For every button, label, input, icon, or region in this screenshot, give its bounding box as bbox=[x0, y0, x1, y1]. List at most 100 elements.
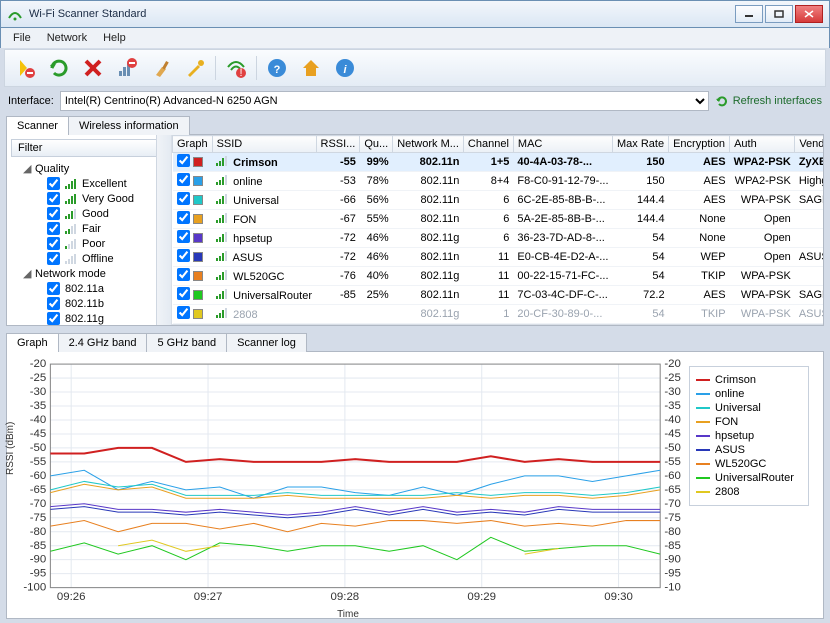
svg-text:-80: -80 bbox=[664, 526, 681, 538]
interface-select[interactable]: Intel(R) Centrino(R) Advanced-N 6250 AGN bbox=[60, 91, 709, 111]
filter-netmode-item[interactable]: 802.11a bbox=[35, 281, 167, 296]
tab-scanner-log[interactable]: Scanner log bbox=[226, 333, 307, 352]
graph-checkbox[interactable] bbox=[177, 287, 190, 300]
wifi-error-button[interactable]: ! bbox=[222, 54, 250, 82]
table-row[interactable]: 2808 802.11g120-CF-30-89-0-... 54TKIPWPA… bbox=[173, 305, 824, 324]
tab-5ghz[interactable]: 5 GHz band bbox=[146, 333, 227, 352]
toolbar: ! ? i bbox=[4, 49, 826, 87]
graph-checkbox[interactable] bbox=[177, 230, 190, 243]
filter-checkbox[interactable] bbox=[47, 192, 60, 205]
filter-checkbox[interactable] bbox=[47, 252, 60, 265]
filter-checkbox[interactable] bbox=[47, 282, 60, 295]
filter-quality-item[interactable]: Excellent bbox=[35, 176, 167, 191]
svg-text:-25: -25 bbox=[30, 372, 47, 384]
filter-quality-item[interactable]: Fair bbox=[35, 221, 167, 236]
filter-quality-item[interactable]: Very Good bbox=[35, 191, 167, 206]
home-button[interactable] bbox=[297, 54, 325, 82]
column-header[interactable]: Max Rate bbox=[613, 136, 669, 153]
column-header[interactable]: Vendor bbox=[795, 136, 823, 153]
filter-quality-item[interactable]: Good bbox=[35, 206, 167, 221]
filter-checkbox[interactable] bbox=[47, 207, 60, 220]
filter-pane: Filter ◢Quality ExcellentVery GoodGoodFa… bbox=[7, 135, 172, 325]
svg-text:-75: -75 bbox=[30, 512, 47, 524]
info-button[interactable]: i bbox=[331, 54, 359, 82]
settings-button[interactable] bbox=[181, 54, 209, 82]
graph-checkbox[interactable] bbox=[177, 154, 190, 167]
interface-row: Interface: Intel(R) Centrino(R) Advanced… bbox=[0, 87, 830, 115]
svg-text:-85: -85 bbox=[30, 540, 47, 552]
table-row[interactable]: hpsetup-7246% 802.11g636-23-7D-AD-8-... … bbox=[173, 229, 824, 248]
filter-netmode-item[interactable]: 802.11g bbox=[35, 311, 167, 325]
close-button[interactable] bbox=[795, 5, 823, 23]
table-hscroll[interactable]: ◂ ▸ bbox=[172, 324, 823, 325]
toolbar-separator bbox=[215, 56, 216, 80]
filter-checkbox[interactable] bbox=[47, 237, 60, 250]
minimize-button[interactable] bbox=[735, 5, 763, 23]
table-row[interactable]: online-5378% 802.11n8+4F8-C0-91-12-79-..… bbox=[173, 172, 824, 191]
graph-checkbox[interactable] bbox=[177, 268, 190, 281]
menu-network[interactable]: Network bbox=[41, 30, 93, 46]
graph-checkbox[interactable] bbox=[177, 249, 190, 262]
refresh-interfaces-button[interactable]: Refresh interfaces bbox=[715, 94, 822, 108]
svg-text:09:27: 09:27 bbox=[194, 591, 223, 603]
column-header[interactable]: Auth bbox=[730, 136, 795, 153]
refresh-button[interactable] bbox=[45, 54, 73, 82]
column-header[interactable]: Network M... bbox=[393, 136, 464, 153]
signal-clear-button[interactable] bbox=[113, 54, 141, 82]
filter-checkbox[interactable] bbox=[47, 312, 60, 325]
column-header[interactable]: SSID bbox=[212, 136, 316, 153]
svg-text:-50: -50 bbox=[664, 442, 681, 454]
column-header[interactable]: RSSI... bbox=[316, 136, 360, 153]
delete-button[interactable] bbox=[79, 54, 107, 82]
filter-netmode-item[interactable]: 802.11b bbox=[35, 296, 167, 311]
filter-quality-item[interactable]: Poor bbox=[35, 236, 167, 251]
tab-24ghz[interactable]: 2.4 GHz band bbox=[58, 333, 148, 352]
table-row[interactable]: FON-6755% 802.11n65A-2E-85-8B-B-... 144.… bbox=[173, 210, 824, 229]
column-header[interactable]: Qu... bbox=[360, 136, 393, 153]
tab-scanner[interactable]: Scanner bbox=[6, 116, 69, 135]
filter-checkbox[interactable] bbox=[47, 297, 60, 310]
chart-panel: RSSI (dBm) -20-20-25-25-30-30-35-35-40-4… bbox=[6, 351, 824, 619]
table-row[interactable]: WL520GC-7640% 802.11g1100-22-15-71-FC-..… bbox=[173, 267, 824, 286]
tab-graph[interactable]: Graph bbox=[6, 333, 59, 352]
table-row[interactable]: Crimson-5599% 802.11n1+540-4A-03-78-... … bbox=[173, 153, 824, 172]
menu-file[interactable]: File bbox=[7, 30, 37, 46]
column-header[interactable]: Channel bbox=[463, 136, 513, 153]
table-row[interactable]: UniversalRouter-8525% 802.11n117C-03-4C-… bbox=[173, 286, 824, 305]
legend-item: ASUS bbox=[696, 443, 802, 457]
filter-quality-group[interactable]: ◢Quality bbox=[23, 161, 167, 176]
maximize-button[interactable] bbox=[765, 5, 793, 23]
legend-line bbox=[696, 379, 710, 381]
color-swatch bbox=[193, 157, 203, 167]
tab-wireless-info[interactable]: Wireless information bbox=[68, 116, 190, 135]
y-axis-label: RSSI (dBm) bbox=[5, 422, 16, 475]
graph-checkbox[interactable] bbox=[177, 306, 190, 319]
scan-toggle-button[interactable] bbox=[11, 54, 39, 82]
table-row[interactable]: ASUS-7246% 802.11n11E0-CB-4E-D2-A-... 54… bbox=[173, 248, 824, 267]
column-header[interactable]: Encryption bbox=[669, 136, 730, 153]
filter-netmode-group[interactable]: ◢Network mode bbox=[23, 266, 167, 281]
cleanup-button[interactable] bbox=[147, 54, 175, 82]
graph-checkbox[interactable] bbox=[177, 192, 190, 205]
color-swatch bbox=[193, 195, 203, 205]
column-header[interactable]: MAC bbox=[513, 136, 612, 153]
filter-checkbox[interactable] bbox=[47, 177, 60, 190]
svg-text:-85: -85 bbox=[664, 540, 681, 552]
filter-scrollbar[interactable] bbox=[156, 135, 171, 325]
column-header[interactable]: Graph bbox=[173, 136, 213, 153]
svg-text:-70: -70 bbox=[664, 498, 681, 510]
table-pane: GraphSSIDRSSI...Qu...Network M...Channel… bbox=[172, 135, 823, 325]
help-button[interactable]: ? bbox=[263, 54, 291, 82]
filter-checkbox[interactable] bbox=[47, 222, 60, 235]
graph-checkbox[interactable] bbox=[177, 211, 190, 224]
interface-label: Interface: bbox=[8, 95, 54, 107]
chart-area: RSSI (dBm) -20-20-25-25-30-30-35-35-40-4… bbox=[7, 352, 689, 618]
legend-item: online bbox=[696, 387, 802, 401]
table-row[interactable]: Universal-6656% 802.11n66C-2E-85-8B-B-..… bbox=[173, 191, 824, 210]
svg-text:09:29: 09:29 bbox=[467, 591, 496, 603]
filter-quality-item[interactable]: Offline bbox=[35, 251, 167, 266]
main-tabbar: Scanner Wireless information bbox=[0, 115, 830, 134]
graph-checkbox[interactable] bbox=[177, 173, 190, 186]
svg-text:09:28: 09:28 bbox=[331, 591, 360, 603]
menu-help[interactable]: Help bbox=[97, 30, 132, 46]
